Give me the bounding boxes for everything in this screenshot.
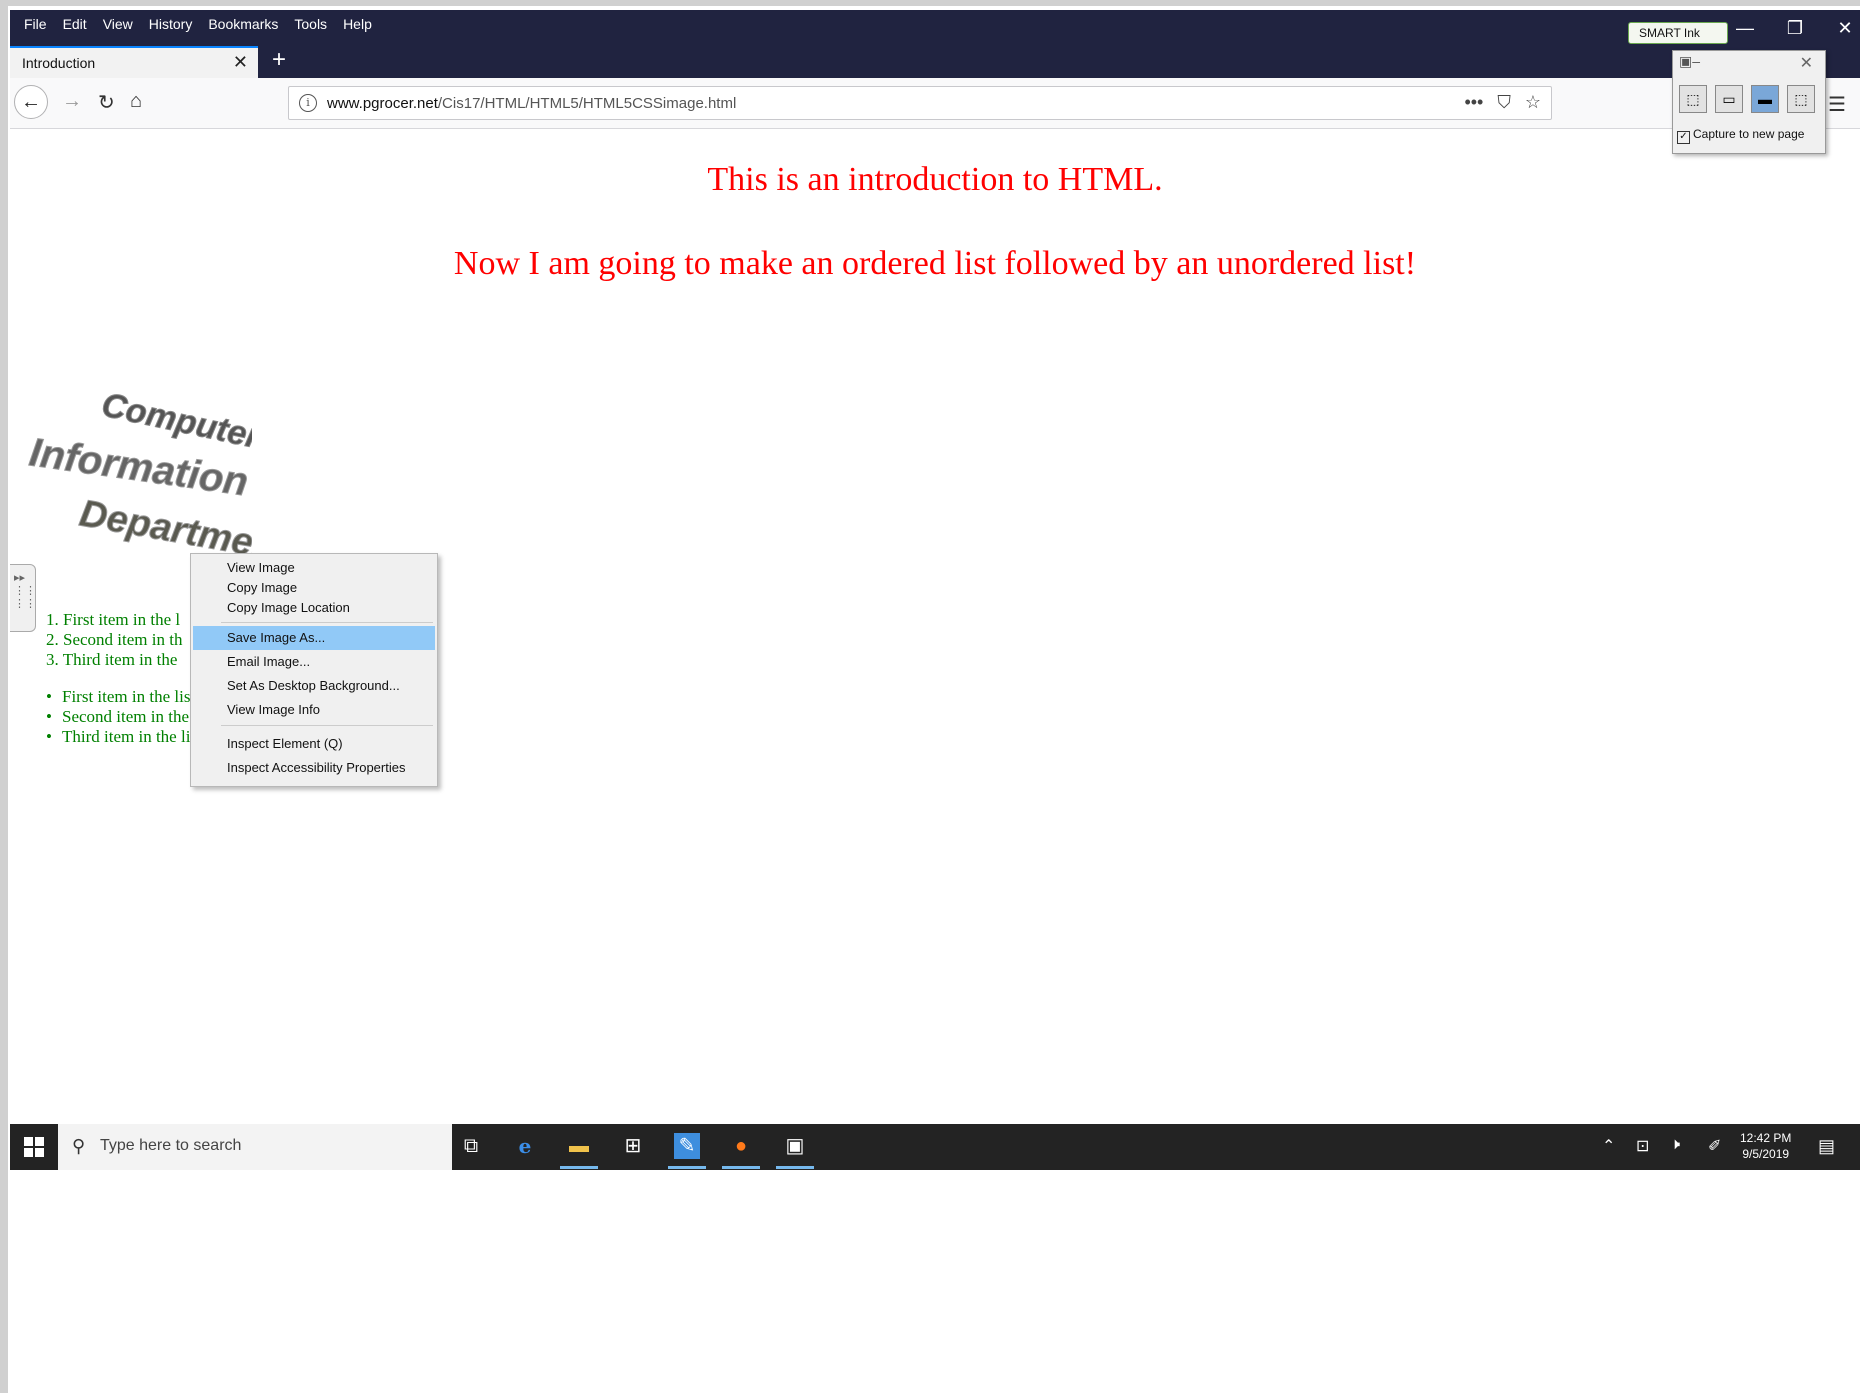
edge-browser-icon[interactable]: e [512, 1133, 538, 1159]
list-item: 1. First item in the l [46, 610, 181, 629]
menu-item-copy-image-location[interactable]: Copy Image Location [193, 596, 435, 620]
running-indicator [776, 1166, 814, 1169]
list-item: First item in the list [46, 687, 214, 707]
network-icon[interactable]: ⊡ [1636, 1136, 1649, 1156]
menu-separator [221, 725, 433, 726]
new-tab-button[interactable]: + [272, 48, 286, 72]
list-item: 2. Second item in th [46, 630, 183, 649]
menu-help[interactable]: Help [335, 14, 380, 34]
capture-tool-icon[interactable]: ▣ [782, 1133, 808, 1159]
capture-screen-button[interactable]: ▬ [1751, 85, 1779, 113]
minimize-button[interactable]: — [1730, 18, 1760, 39]
list-item: Third item in the list [46, 727, 214, 747]
capture-to-new-page-checkbox[interactable]: ✓ Capture to new page [1677, 127, 1804, 144]
running-indicator [722, 1166, 760, 1169]
screen: File Edit View History Bookmarks Tools H… [10, 10, 1860, 1170]
menu-item-set-desktop-background[interactable]: Set As Desktop Background... [193, 674, 435, 698]
list-item: Second item in the list [46, 707, 214, 727]
page-heading-lists: Now I am going to make an ordered list f… [453, 245, 1417, 282]
hamburger-menu-icon[interactable]: ☰ [1828, 92, 1846, 117]
url-actions: ••• ⛉ ☆ [1464, 92, 1541, 113]
start-button[interactable] [10, 1124, 58, 1170]
capture-checkbox-label: Capture to new page [1693, 127, 1805, 141]
checkbox-checked[interactable]: ✓ [1677, 131, 1690, 144]
search-icon: ⚲ [72, 1136, 86, 1156]
restore-button[interactable]: ❐ [1780, 18, 1810, 39]
logo-word-department: Department [76, 493, 252, 555]
navigation-bar: ← → ↻ ⌂ i www.pgrocer.net/Cis17/HTML/HTM… [10, 78, 1860, 129]
capture-area-button[interactable]: ⬚ [1679, 85, 1707, 113]
bookmark-star-icon[interactable]: ☆ [1525, 92, 1541, 113]
url-bar[interactable]: i www.pgrocer.net/Cis17/HTML/HTML5/HTML5… [288, 86, 1552, 120]
image-context-menu: View Image Copy Image Copy Image Locatio… [190, 553, 438, 787]
url-text[interactable]: www.pgrocer.net/Cis17/HTML/HTML5/HTML5CS… [327, 95, 736, 112]
forward-button[interactable]: → [62, 90, 82, 113]
menu-view[interactable]: View [95, 14, 141, 34]
tab-close-icon[interactable]: ✕ [233, 52, 248, 73]
outer-frame-left [0, 0, 8, 1393]
title-bar: File Edit View History Bookmarks Tools H… [10, 10, 1860, 78]
menu-item-save-image-as[interactable]: Save Image As... [193, 626, 435, 650]
back-button[interactable]: ← [14, 85, 48, 119]
smart-ink-toolbar[interactable]: SMART Ink [1628, 22, 1728, 44]
sidebar-handle[interactable]: ▸▸ ⋮⋮ ⋮⋮ [10, 564, 36, 632]
menu-item-inspect-accessibility[interactable]: Inspect Accessibility Properties [193, 756, 435, 780]
unordered-list: First item in the list Second item in th… [46, 687, 214, 747]
pen-icon[interactable]: ✐ [1708, 1136, 1721, 1156]
menu-bar: File Edit View History Bookmarks Tools H… [16, 14, 380, 34]
taskbar-search-box[interactable]: ⚲ Type here to search [58, 1124, 452, 1170]
file-explorer-icon[interactable]: ▬ [566, 1133, 592, 1159]
action-center-icon[interactable]: ▤ [1818, 1136, 1835, 1157]
page-content: This is an introduction to HTML. Now I a… [10, 129, 1860, 1130]
menu-tools[interactable]: Tools [286, 14, 335, 34]
menu-file[interactable]: File [16, 14, 55, 34]
menu-bookmarks[interactable]: Bookmarks [200, 14, 286, 34]
tab-introduction[interactable]: Introduction ✕ [10, 46, 258, 78]
home-button[interactable]: ⌂ [130, 90, 142, 113]
ordered-list: 1. First item in the l 2. Second item in… [46, 610, 182, 670]
search-placeholder: Type here to search [100, 1137, 242, 1154]
running-indicator [668, 1166, 706, 1169]
url-path: /Cis17/HTML/HTML5/HTML5CSSimage.html [437, 95, 737, 112]
close-window-button[interactable]: ✕ [1830, 18, 1860, 39]
site-info-icon[interactable]: i [299, 94, 317, 112]
expand-arrows-icon: ▸▸ ⋮⋮ ⋮⋮ [14, 572, 36, 610]
url-host: www.pgrocer.net [327, 95, 438, 112]
page-heading-intro: This is an introduction to HTML. [707, 161, 1163, 198]
volume-muted-icon[interactable]: 🕨 [1670, 1136, 1680, 1154]
firefox-icon[interactable]: ● [728, 1133, 754, 1159]
menu-history[interactable]: History [141, 14, 201, 34]
menu-item-view-image-info[interactable]: View Image Info [193, 698, 435, 722]
menu-separator [221, 622, 433, 623]
notes-app-icon[interactable]: ✎ [674, 1133, 700, 1159]
running-indicator [560, 1166, 598, 1169]
clock-date: 9/5/2019 [1742, 1147, 1790, 1161]
tab-title: Introduction [22, 55, 96, 71]
page-actions-icon[interactable]: ••• [1464, 92, 1483, 113]
taskbar-clock[interactable]: 12:42 PM 9/5/2019 [1740, 1130, 1791, 1162]
windows-taskbar: ⚲ Type here to search ⧉ e ▬ ⊞ ✎ ● ▣ ⌃ ⊡ … [10, 1124, 1860, 1170]
microsoft-store-icon[interactable]: ⊞ [620, 1133, 646, 1159]
capture-window-button[interactable]: ▭ [1715, 85, 1743, 113]
pocket-icon[interactable]: ⛉ [1497, 92, 1511, 113]
menu-edit[interactable]: Edit [55, 14, 95, 34]
list-item: 3. Third item in the [46, 650, 178, 669]
camera-icon: ▣– [1679, 53, 1701, 69]
outer-frame-top [0, 0, 1860, 6]
smart-capture-panel: ▣– ✕ ⬚ ▭ ▬ ⬚ ✓ Capture to new page [1672, 50, 1826, 154]
clock-time: 12:42 PM [1740, 1131, 1792, 1145]
menu-item-inspect-element[interactable]: Inspect Element (Q) [193, 732, 435, 756]
reload-button[interactable]: ↻ [98, 90, 115, 115]
show-hidden-icons-icon[interactable]: ⌃ [1602, 1136, 1615, 1156]
capture-close-icon[interactable]: ✕ [1800, 53, 1813, 73]
task-view-icon[interactable]: ⧉ [458, 1133, 484, 1159]
menu-item-email-image[interactable]: Email Image... [193, 650, 435, 674]
department-logo-image[interactable]: Computer Information Department [22, 355, 252, 555]
windows-logo-icon [24, 1137, 44, 1157]
capture-freehand-button[interactable]: ⬚ [1787, 85, 1815, 113]
